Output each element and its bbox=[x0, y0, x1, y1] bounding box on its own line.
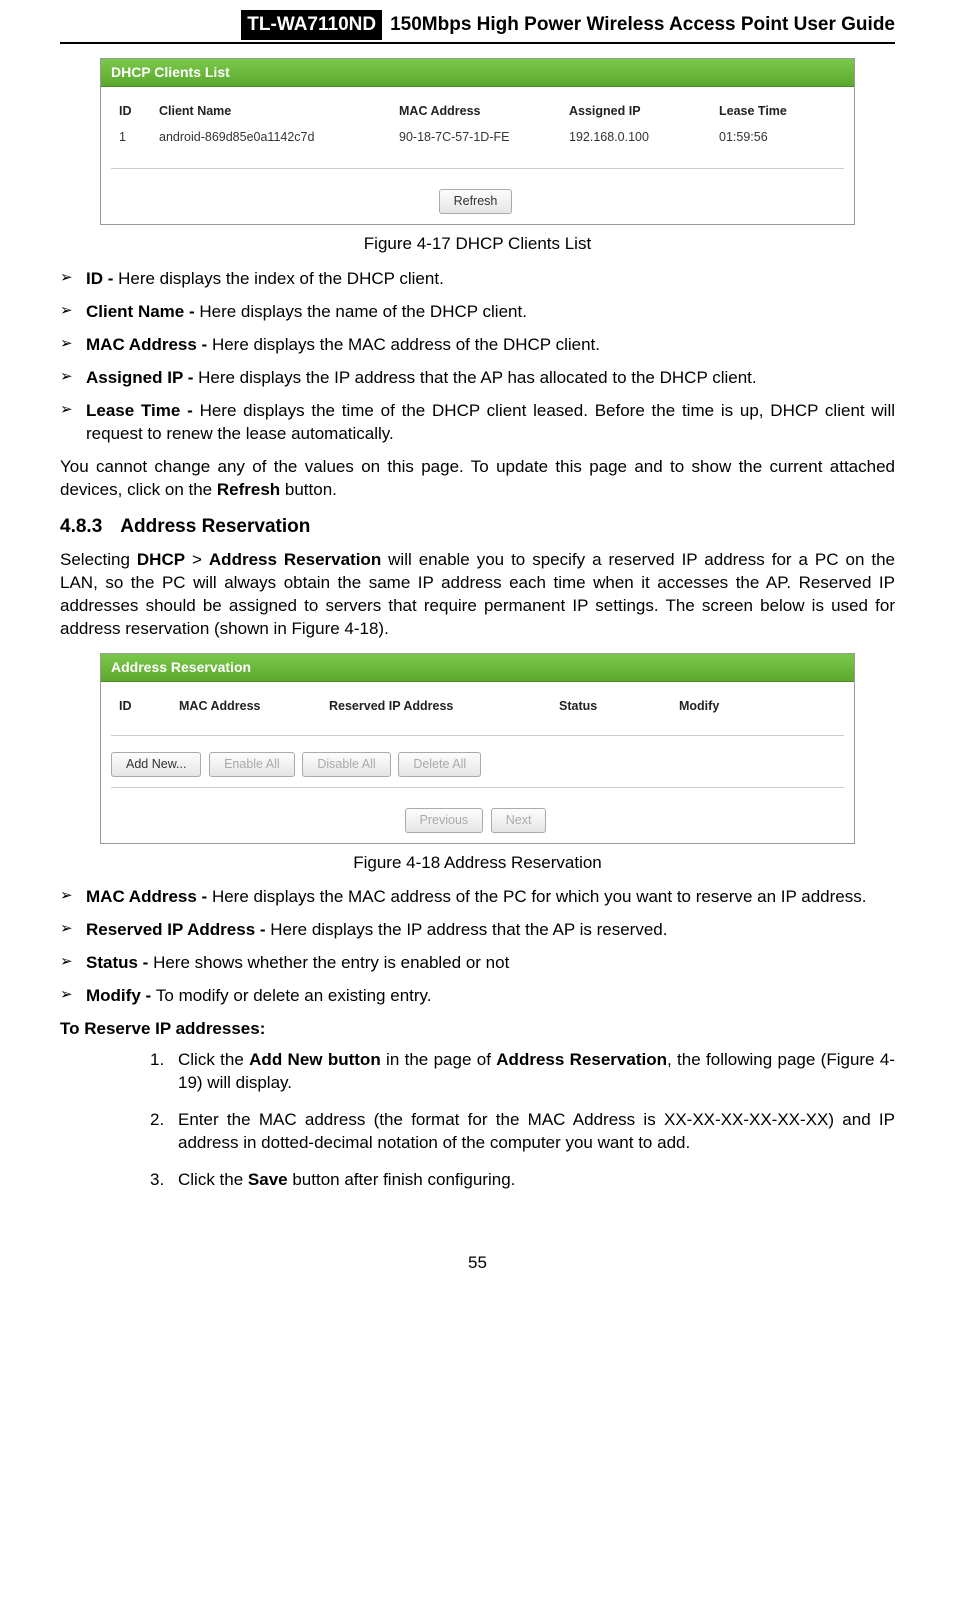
page-number: 55 bbox=[60, 1252, 895, 1275]
list-item: 2. Enter the MAC address (the format for… bbox=[150, 1109, 895, 1155]
bullet-text: Here shows whether the entry is enabled … bbox=[153, 953, 509, 972]
list-item: 3. Click the Save button after finish co… bbox=[150, 1169, 895, 1192]
previous-button[interactable]: Previous bbox=[405, 808, 484, 833]
list-item: 1. Click the Add New button in the page … bbox=[150, 1049, 895, 1095]
address-reservation-table: ID MAC Address Reserved IP Address Statu… bbox=[113, 692, 842, 725]
table-row: 1 android-869d85e0a1142c7d 90-18-7C-57-1… bbox=[113, 129, 842, 152]
bullet-icon: ➢ bbox=[60, 400, 86, 446]
numbered-list: 1. Click the Add New button in the page … bbox=[150, 1049, 895, 1192]
dhcp-clients-panel: DHCP Clients List ID Client Name MAC Add… bbox=[100, 58, 855, 226]
bullet-term: Reserved IP Address - bbox=[86, 920, 270, 939]
bullet-text: Here displays the name of the DHCP clien… bbox=[199, 302, 527, 321]
cell-ip: 192.168.0.100 bbox=[563, 129, 713, 152]
panel-title: DHCP Clients List bbox=[101, 59, 854, 87]
bullet-icon: ➢ bbox=[60, 919, 86, 942]
figure-caption: Figure 4-18 Address Reservation bbox=[60, 852, 895, 875]
bullet-term: MAC Address - bbox=[86, 887, 212, 906]
bullet-icon: ➢ bbox=[60, 952, 86, 975]
step-number: 3. bbox=[150, 1169, 178, 1192]
section-heading: 4.8.3 Address Reservation bbox=[60, 514, 895, 540]
bullet-list-reservation: ➢ MAC Address - Here displays the MAC ad… bbox=[60, 886, 895, 1008]
cell-lease: 01:59:56 bbox=[713, 129, 842, 152]
bullet-item: ➢ MAC Address - Here displays the MAC ad… bbox=[60, 886, 895, 909]
bullet-item: ➢ Lease Time - Here displays the time of… bbox=[60, 400, 895, 446]
bullet-item: ➢ ID - Here displays the index of the DH… bbox=[60, 268, 895, 291]
step-number: 1. bbox=[150, 1049, 178, 1095]
bullet-text: Here displays the time of the DHCP clien… bbox=[86, 401, 895, 443]
next-button[interactable]: Next bbox=[491, 808, 547, 833]
bullet-text: Here displays the IP address that the AP… bbox=[198, 368, 757, 387]
section-number: 4.8.3 bbox=[60, 516, 102, 537]
bullet-term: Lease Time - bbox=[86, 401, 200, 420]
panel-title: Address Reservation bbox=[101, 654, 854, 682]
disable-all-button[interactable]: Disable All bbox=[302, 752, 390, 777]
bullet-term: Client Name - bbox=[86, 302, 199, 321]
bullet-item: ➢ Status - Here shows whether the entry … bbox=[60, 952, 895, 975]
bullet-term: Status - bbox=[86, 953, 153, 972]
bullet-item: ➢ Client Name - Here displays the name o… bbox=[60, 301, 895, 324]
bullet-text: Here displays the MAC address of the PC … bbox=[212, 887, 867, 906]
bullet-term: MAC Address - bbox=[86, 335, 212, 354]
bullet-term: Assigned IP - bbox=[86, 368, 198, 387]
col-id: ID bbox=[113, 692, 173, 725]
divider bbox=[111, 168, 844, 169]
delete-all-button[interactable]: Delete All bbox=[398, 752, 481, 777]
col-mac: MAC Address bbox=[393, 97, 563, 130]
bullet-text: Here displays the index of the DHCP clie… bbox=[118, 269, 444, 288]
refresh-button[interactable]: Refresh bbox=[439, 189, 513, 214]
paragraph: You cannot change any of the values on t… bbox=[60, 456, 895, 502]
col-reserved-ip: Reserved IP Address bbox=[323, 692, 553, 725]
bullet-text: Here displays the MAC address of the DHC… bbox=[212, 335, 600, 354]
enable-all-button[interactable]: Enable All bbox=[209, 752, 295, 777]
bullet-text: Here displays the IP address that the AP… bbox=[270, 920, 667, 939]
cell-id: 1 bbox=[113, 129, 153, 152]
doc-title: 150Mbps High Power Wireless Access Point… bbox=[390, 12, 895, 38]
model-badge: TL-WA7110ND bbox=[241, 10, 382, 40]
figure-caption: Figure 4-17 DHCP Clients List bbox=[60, 233, 895, 256]
bullet-text: To modify or delete an existing entry. bbox=[156, 986, 432, 1005]
col-ip: Assigned IP bbox=[563, 97, 713, 130]
bullet-list-dhcp: ➢ ID - Here displays the index of the DH… bbox=[60, 268, 895, 446]
bullet-item: ➢ Reserved IP Address - Here displays th… bbox=[60, 919, 895, 942]
divider bbox=[111, 787, 844, 788]
col-mac: MAC Address bbox=[173, 692, 323, 725]
divider bbox=[111, 735, 844, 736]
col-client: Client Name bbox=[153, 97, 393, 130]
bullet-term: Modify - bbox=[86, 986, 156, 1005]
bullet-item: ➢ MAC Address - Here displays the MAC ad… bbox=[60, 334, 895, 357]
bullet-icon: ➢ bbox=[60, 268, 86, 291]
bullet-icon: ➢ bbox=[60, 367, 86, 390]
paragraph: Selecting DHCP > Address Reservation wil… bbox=[60, 549, 895, 641]
section-title: Address Reservation bbox=[120, 516, 310, 537]
cell-mac: 90-18-7C-57-1D-FE bbox=[393, 129, 563, 152]
subheading: To Reserve IP addresses: bbox=[60, 1018, 895, 1041]
cell-client: android-869d85e0a1142c7d bbox=[153, 129, 393, 152]
col-id: ID bbox=[113, 97, 153, 130]
dhcp-clients-table: ID Client Name MAC Address Assigned IP L… bbox=[113, 97, 842, 153]
bullet-icon: ➢ bbox=[60, 886, 86, 909]
col-status: Status bbox=[553, 692, 673, 725]
doc-header: TL-WA7110ND 150Mbps High Power Wireless … bbox=[60, 10, 895, 44]
add-new-button[interactable]: Add New... bbox=[111, 752, 201, 777]
col-modify: Modify bbox=[673, 692, 842, 725]
bullet-item: ➢ Modify - To modify or delete an existi… bbox=[60, 985, 895, 1008]
bullet-icon: ➢ bbox=[60, 301, 86, 324]
bullet-term: ID - bbox=[86, 269, 118, 288]
bullet-icon: ➢ bbox=[60, 985, 86, 1008]
bullet-item: ➢ Assigned IP - Here displays the IP add… bbox=[60, 367, 895, 390]
bullet-icon: ➢ bbox=[60, 334, 86, 357]
col-lease: Lease Time bbox=[713, 97, 842, 130]
address-reservation-panel: Address Reservation ID MAC Address Reser… bbox=[100, 653, 855, 844]
step-number: 2. bbox=[150, 1109, 178, 1155]
